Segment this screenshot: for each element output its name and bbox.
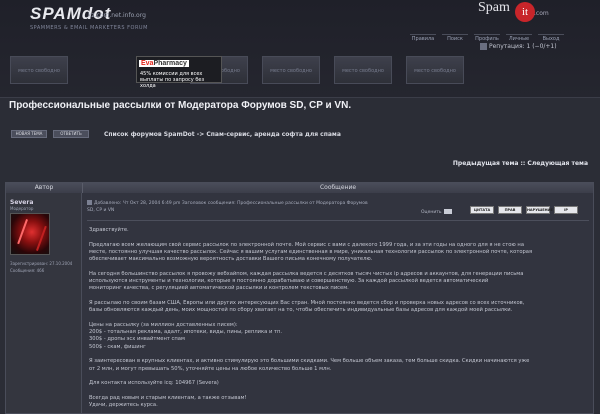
reputation-icon [480, 43, 487, 50]
nav-search[interactable]: Поиск [442, 34, 468, 42]
column-author: Автор [34, 184, 54, 191]
post-paragraph-1: Здравствуйте. [89, 227, 129, 233]
banner-strip: место свободно место свободно место своб… [10, 56, 464, 84]
banner-slot-4[interactable]: место свободно [334, 56, 392, 84]
reply-button[interactable]: ОТВЕТИТЬ [53, 130, 89, 138]
post-paragraph-3: На сегодня большинство рассылок я провож… [89, 270, 524, 292]
ad-logo: EvaPharmacy [139, 60, 189, 67]
post-paragraph-5: Цены на рассылку (за миллион доставленны… [89, 321, 283, 350]
quote-button[interactable]: ЦИТАТА [470, 206, 494, 214]
edit-button[interactable]: ПРАВ [498, 206, 522, 214]
post-divider [87, 220, 589, 221]
site-header: SPAMdot kz.com.net.info.org SPAMMERS & E… [0, 0, 600, 98]
rate-label: Оценить [421, 210, 442, 215]
ad-banner[interactable]: EvaPharmacy 45% комиссии для всех выплат… [136, 56, 222, 89]
ad-brand-red: Eva [141, 60, 154, 67]
nav-profile[interactable]: Профиль [474, 34, 500, 42]
logo-tagline: SPAMMERS & EMAIL MARKETERS FORUM [30, 25, 148, 31]
page-title[interactable]: Профессиональные рассылки от Модератора … [9, 100, 351, 111]
post-paragraph-4: Я рассылаю по своим базам США, Европы ил… [89, 299, 525, 314]
post-table: Автор Сообщение Severa Модератор Зарегис… [5, 182, 594, 414]
rate-control[interactable]: Оценить [421, 209, 452, 215]
breadcrumb[interactable]: Список форумов SpamDot -> Спам-сервис, а… [104, 131, 341, 138]
author-joined: Зарегистрирован: 27.10.2004 [10, 261, 73, 266]
nav-logout[interactable]: Выход [538, 34, 564, 42]
reputation[interactable]: Репутация: 1 (−0/+1) [480, 43, 557, 50]
post-paragraph-6: Я заинтересован в крупных клиентах, и ак… [89, 358, 530, 372]
banner-slot-1[interactable]: место свободно [10, 56, 68, 84]
message-column: Добавлено: Чт Окт 28, 2004 6:49 pm Загол… [83, 193, 593, 413]
topic-navigation[interactable]: Предыдущая тема :: Следующая тема [453, 160, 588, 167]
partner-logo[interactable]: Spam [478, 0, 510, 16]
post-paragraph-8: Всегда рад новым и старым клиентам, а та… [89, 394, 247, 409]
author-rank: Модератор [10, 206, 34, 211]
author-column: Severa Модератор Зарегистрирован: 27.10.… [6, 193, 82, 413]
nav-messages[interactable]: Личные [506, 34, 532, 42]
nav-rules[interactable]: Правила [410, 34, 436, 42]
partner-badge[interactable]: it [515, 2, 535, 22]
banner-slot-3[interactable]: место свободно [262, 56, 320, 84]
avatar [10, 213, 50, 255]
partner-domain: .com [534, 10, 549, 17]
ad-line-2: выплаты по запросу без холда [140, 77, 205, 89]
banner-slot-5[interactable]: место свободно [406, 56, 464, 84]
report-button[interactable]: НАРУШЕНИЕ [526, 206, 553, 214]
new-topic-button[interactable]: НОВАЯ ТЕМА [11, 130, 47, 138]
column-message: Сообщение [82, 183, 593, 193]
author-posts: Сообщения: 466 [10, 268, 45, 273]
topic-buttons: НОВАЯ ТЕМА ОТВЕТИТЬ [11, 130, 89, 138]
table-header: Автор Сообщение [6, 183, 593, 193]
post-header-line-2: SD, CP и VN [87, 208, 115, 213]
logo-domain: kz.com.net.info.org [88, 12, 146, 19]
post-paragraph-2: Предлагаю всем желающим свой сервис расс… [89, 241, 533, 263]
top-navigation: Правила Поиск Профиль Личные Выход [410, 34, 564, 42]
reputation-label: Репутация: 1 (−0/+1) [489, 43, 557, 50]
author-name[interactable]: Severa [10, 199, 33, 206]
post-icon[interactable] [87, 200, 92, 205]
chevron-down-icon[interactable] [443, 209, 452, 214]
post-body: Здравствуйте. Предлагаю всем желающим св… [89, 227, 587, 414]
post-header: Добавлено: Чт Окт 28, 2004 6:49 pm Загол… [87, 200, 447, 214]
ad-brand-dark: Pharmacy [153, 60, 187, 67]
post-actions: ЦИТАТА ПРАВ НАРУШЕНИЕ IP [470, 206, 578, 214]
ip-button[interactable]: IP [554, 206, 578, 214]
post-paragraph-7: Для контакта используйте icq: 104967 (Se… [89, 380, 219, 387]
post-header-line-1: Добавлено: Чт Окт 28, 2004 6:49 pm Загол… [94, 201, 368, 206]
user-bar: Репутация: 1 (−0/+1) [480, 43, 557, 50]
